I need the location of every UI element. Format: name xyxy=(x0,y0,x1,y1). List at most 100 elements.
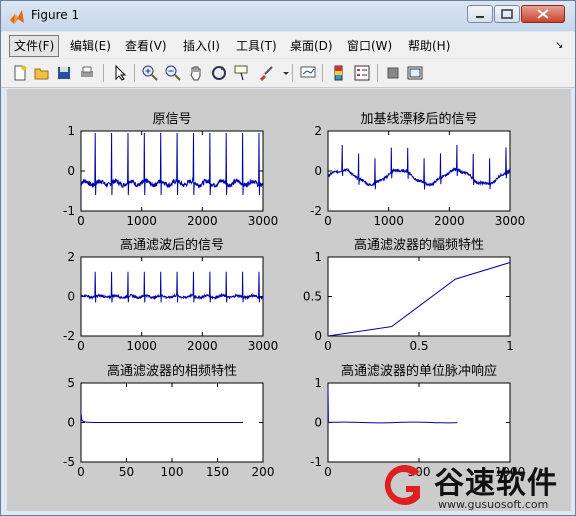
subplot-title: 高通滤波器的幅频特性 xyxy=(354,237,484,253)
figure-window: Figure 1 文件(F) 编辑(E) 查看(V) 插入(I) 工具(T) 桌… xyxy=(0,0,576,516)
menu-file[interactable]: 文件(F) xyxy=(9,35,60,57)
show-plot-tools-icon[interactable] xyxy=(406,64,424,82)
toolbar-separator xyxy=(134,64,135,82)
y-tick-label: 1 xyxy=(314,376,322,390)
window-title: Figure 1 xyxy=(31,8,80,22)
x-tick-label: 500 xyxy=(408,465,431,479)
y-tick-label: 0.5 xyxy=(303,290,322,304)
x-tick-label: 0 xyxy=(77,339,85,353)
menu-tools[interactable]: 工具(T) xyxy=(236,36,277,56)
dock-arrow-icon[interactable]: ↘ xyxy=(555,36,563,56)
x-tick-label: 0 xyxy=(324,465,332,479)
matlab-logo-icon xyxy=(10,10,24,24)
x-tick-label: 100 xyxy=(161,465,184,479)
y-tick-label: -1 xyxy=(310,455,322,469)
minimize-button[interactable] xyxy=(467,5,493,23)
x-tick-label: 2000 xyxy=(187,339,218,353)
x-tick-label: 150 xyxy=(206,465,229,479)
figure-canvas: 原信号 0 1000 2000 3000 1 0 -1 加基线漂移后的信号 0 1000 2000 30… xyxy=(7,89,571,511)
print-icon[interactable] xyxy=(78,64,96,82)
subplot-title: 高通滤波后的信号 xyxy=(120,237,224,253)
title-bar[interactable]: Figure 1 xyxy=(1,1,575,31)
y-tick-label: 0 xyxy=(67,416,75,430)
x-tick-label: 3000 xyxy=(495,214,526,228)
menu-desktop[interactable]: 桌面(D) xyxy=(290,36,333,56)
open-file-icon[interactable] xyxy=(33,64,51,82)
subplots: 原信号0 1000 2000 300010-1加基线漂移后的信号0 1000 2000 30… xyxy=(63,111,525,479)
x-tick-label: 0 xyxy=(324,214,332,228)
subplot-4: 高通滤波器的幅频特性 0 0.5 1 1 0.5 0 xyxy=(303,237,514,353)
axes-box xyxy=(80,130,264,212)
maximize-icon xyxy=(501,9,513,19)
save-icon[interactable] xyxy=(55,64,73,82)
subplot-title: 高通滤波器的单位脉冲响应 xyxy=(341,363,497,379)
subplot-6: 高通滤波器的单位脉冲响应0 500 100010-1 xyxy=(310,363,525,479)
rotate-3d-icon[interactable] xyxy=(210,64,228,82)
menu-view[interactable]: 查看(V) xyxy=(125,36,167,56)
axes-box xyxy=(327,256,511,337)
x-tick-label: 200 xyxy=(252,465,275,479)
colorbar-icon[interactable] xyxy=(330,64,348,82)
x-tick-label: 2000 xyxy=(434,214,465,228)
x-tick-label: 1000 xyxy=(126,339,157,353)
y-tick-label: -2 xyxy=(63,329,75,343)
toolbar xyxy=(1,59,575,88)
x-tick-label: 1 xyxy=(506,339,514,353)
y-tick-label: -2 xyxy=(310,204,322,218)
x-tick-label: 0.5 xyxy=(409,339,428,353)
subplot-3: 高通滤波后的信号0 1000 2000 300020-2 xyxy=(63,237,278,353)
x-tick-label: 0 xyxy=(324,339,332,353)
y-tick-label: 2 xyxy=(67,250,75,264)
close-button[interactable] xyxy=(521,5,565,23)
x-tick-label: 3000 xyxy=(248,214,279,228)
subplot-5: 高通滤波器的相频特性0 50 100 150 20050-5 xyxy=(63,363,274,479)
subplot-title: 高通滤波器的相频特性 xyxy=(107,363,237,379)
brush-icon[interactable] xyxy=(257,64,275,82)
close-icon xyxy=(537,9,549,19)
subplot-title: 原信号 xyxy=(152,112,191,127)
y-tick-label: 1 xyxy=(67,124,75,138)
x-tick-label: 50 xyxy=(119,465,134,479)
menu-help[interactable]: 帮助(H) xyxy=(408,36,450,56)
y-tick-label: 0 xyxy=(314,164,322,178)
x-tick-label: 1000 xyxy=(495,465,526,479)
subplot-1: 原信号0 1000 2000 300010-1 xyxy=(63,112,278,228)
zoom-in-icon[interactable] xyxy=(141,64,159,82)
new-figure-icon[interactable] xyxy=(11,64,29,82)
menu-bar: 文件(F) 编辑(E) 查看(V) 插入(I) 工具(T) 桌面(D) 窗口(W… xyxy=(1,32,575,58)
toolbar-separator xyxy=(322,64,323,82)
y-tick-label: 2 xyxy=(314,124,322,138)
x-tick-label: 0 xyxy=(77,214,85,228)
pan-hand-icon[interactable] xyxy=(187,64,205,82)
toolbar-separator xyxy=(377,64,378,82)
y-tick-label: 0 xyxy=(314,329,322,343)
subplot-title: 加基线漂移后的信号 xyxy=(360,111,477,127)
y-tick-label: -1 xyxy=(63,204,75,218)
zoom-out-icon[interactable] xyxy=(164,64,182,82)
y-tick-label: -5 xyxy=(63,455,75,469)
y-tick-label: 0 xyxy=(314,416,322,430)
x-tick-label: 1000 xyxy=(373,214,404,228)
x-tick-label: 3000 xyxy=(248,339,279,353)
link-plot-icon[interactable] xyxy=(299,64,317,82)
x-tick-label: 2000 xyxy=(187,214,218,228)
toolbar-separator xyxy=(292,64,293,82)
data-cursor-icon[interactable] xyxy=(233,64,251,82)
y-tick-label: 1 xyxy=(314,250,322,264)
y-tick-label: 0 xyxy=(67,290,75,304)
brush-dropdown-icon[interactable] xyxy=(277,64,289,82)
y-tick-label: 5 xyxy=(67,376,75,390)
subplot-2: 加基线漂移后的信号0 1000 2000 300020-2 xyxy=(310,111,525,228)
axes-box xyxy=(327,130,511,212)
pointer-icon[interactable] xyxy=(111,64,129,82)
toolbar-separator xyxy=(103,64,104,82)
legend-icon[interactable] xyxy=(353,64,371,82)
hide-plot-tools-icon[interactable] xyxy=(384,64,402,82)
minimize-icon xyxy=(476,16,484,18)
menu-edit[interactable]: 编辑(E) xyxy=(70,36,111,56)
x-tick-label: 1000 xyxy=(126,214,157,228)
x-tick-label: 0 xyxy=(77,465,85,479)
menu-insert[interactable]: 插入(I) xyxy=(183,36,220,56)
menu-window[interactable]: 窗口(W) xyxy=(347,36,392,56)
maximize-button[interactable] xyxy=(494,5,520,23)
